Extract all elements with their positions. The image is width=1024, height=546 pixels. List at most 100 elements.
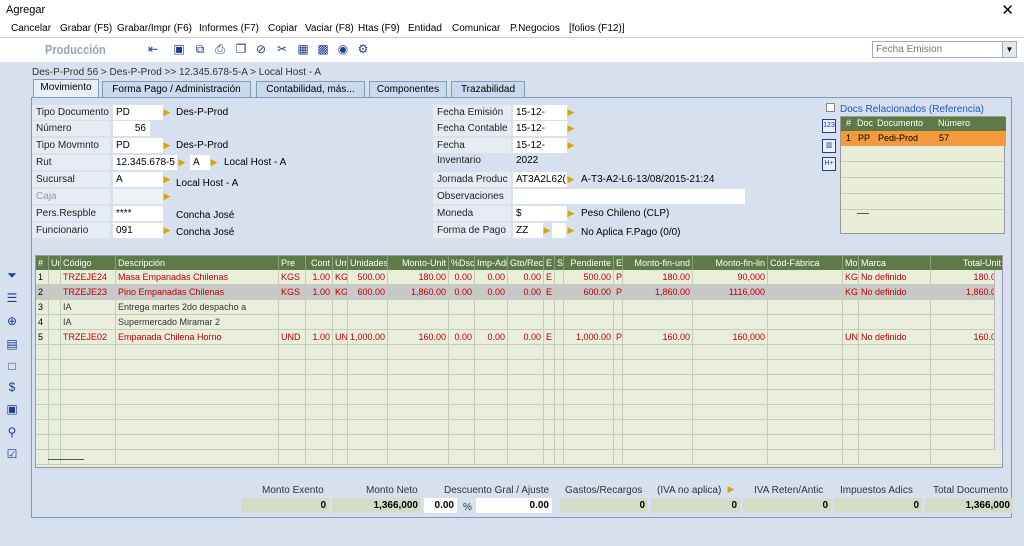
grid-cell-row-num[interactable]: 5: [36, 330, 49, 345]
menu-grabar[interactable]: Grabar (F5): [60, 23, 112, 34]
grid-cell-descripcion[interactable]: [116, 375, 279, 390]
grid-cell-codigo[interactable]: TRZEJE23: [61, 285, 116, 300]
grid-cell-un[interactable]: [49, 300, 61, 315]
grid-cell-e[interactable]: E: [544, 330, 555, 345]
grid-cell-monto-fin-und[interactable]: 180.00: [623, 270, 693, 285]
grid-cell-gto-rec[interactable]: [508, 300, 544, 315]
docs-related-header[interactable]: Docs Relacionados (Referencia): [826, 103, 984, 115]
grid-cell-pre[interactable]: UND: [279, 330, 306, 345]
fecha-contable-field[interactable]: 15-12-2022: [513, 121, 567, 149]
grid-cell-e[interactable]: [544, 450, 555, 465]
grid-cell-cod-fabrica[interactable]: [768, 300, 843, 315]
qr-icon[interactable]: ▩: [316, 42, 330, 56]
arrow-right-icon[interactable]: ▶: [567, 206, 575, 221]
grid-cell-row-num[interactable]: [36, 390, 49, 405]
jornada-field[interactable]: AT3A2L62(: [513, 172, 567, 187]
grid-cell-monto-unit[interactable]: 1,860.00: [388, 285, 449, 300]
grid-cell-s[interactable]: [555, 435, 564, 450]
grid-cell-gto-rec[interactable]: [508, 390, 544, 405]
grid-col-row-num[interactable]: #: [36, 256, 49, 270]
grid-cell-cod-fabrica[interactable]: [768, 315, 843, 330]
rut-field[interactable]: 12.345.678-5: [113, 155, 177, 170]
grid-cell-e2[interactable]: [614, 345, 623, 360]
grid-cell-unidades[interactable]: 500.00: [348, 270, 388, 285]
grid-cell-monto-unit[interactable]: [388, 375, 449, 390]
grid-col-marca[interactable]: Marca: [859, 256, 931, 270]
grid-cell-monto-fin-lin[interactable]: [693, 390, 768, 405]
grid-cell-um[interactable]: [333, 405, 348, 420]
grid-cell-pre[interactable]: [279, 375, 306, 390]
grid-cell-mov[interactable]: [843, 420, 859, 435]
grid-col-monto-fin-und[interactable]: Monto-fin-und: [623, 256, 693, 270]
grid-cell-pendiente[interactable]: 1,000.00: [564, 330, 614, 345]
grid-cell-monto-unit[interactable]: [388, 315, 449, 330]
grid-cell-monto-fin-und[interactable]: [623, 450, 693, 465]
arrow-right-icon[interactable]: ▶: [163, 105, 171, 120]
date-type-select[interactable]: Fecha Emision ▼: [872, 41, 1017, 58]
arrow-right-icon[interactable]: ▶: [567, 138, 575, 153]
grid-cell-monto-fin-und[interactable]: 160.00: [623, 330, 693, 345]
grid-cell-cont[interactable]: 1.00: [306, 270, 333, 285]
grid-cell-pct-dsc[interactable]: [449, 315, 475, 330]
menu-vaciar[interactable]: Vaciar (F8): [305, 23, 354, 34]
grid-cell-marca[interactable]: [859, 405, 931, 420]
grid-col-unidades[interactable]: Unidades: [348, 256, 388, 270]
forma-pago-extra-field[interactable]: [552, 223, 566, 238]
grid-cell-un[interactable]: [49, 450, 61, 465]
grid-cell-gto-rec[interactable]: [508, 450, 544, 465]
grid-cell-monto-unit[interactable]: [388, 360, 449, 375]
grid-cell-um[interactable]: [333, 420, 348, 435]
arrow-right-icon[interactable]: ▶: [163, 138, 171, 153]
table-row[interactable]: 1 TRZEJE24 Masa Empanadas Chilenas KGS 1.00 K…: [36, 270, 1002, 285]
tab-forma-pago[interactable]: Forma Pago / Administración: [102, 81, 251, 98]
grid-cell-marca[interactable]: [859, 390, 931, 405]
grid-cell-row-num[interactable]: 3: [36, 300, 49, 315]
window-icon[interactable]: □: [5, 359, 19, 373]
grid-cell-descripcion[interactable]: Empanada Chilena Horno: [116, 330, 279, 345]
grid-cell-monto-fin-lin[interactable]: [693, 405, 768, 420]
grid-cell-imp-adic[interactable]: [475, 405, 508, 420]
grid-cell-un[interactable]: [49, 285, 61, 300]
tipo-mov-field[interactable]: PD: [113, 138, 163, 153]
grid-cell-unidades[interactable]: [348, 315, 388, 330]
grid-cell-total-unit[interactable]: [931, 390, 1002, 405]
grid-cell-gto-rec[interactable]: 0.00: [508, 270, 544, 285]
arrow-right-icon[interactable]: ▶: [567, 172, 575, 187]
grid-cell-codigo[interactable]: IA: [61, 300, 116, 315]
grid-cell-gto-rec[interactable]: [508, 345, 544, 360]
forma-pago-field[interactable]: ZZ: [513, 223, 543, 238]
grid-cell-s[interactable]: [555, 315, 564, 330]
settings-icon[interactable]: ⚙: [356, 42, 370, 56]
table-row[interactable]: [36, 375, 1002, 390]
grid-cell-total-unit[interactable]: [931, 300, 1002, 315]
grid-cell-pendiente[interactable]: 500.00: [564, 270, 614, 285]
grid-cell-pct-dsc[interactable]: [449, 345, 475, 360]
grid-cell-unidades[interactable]: [348, 360, 388, 375]
table-row[interactable]: 4 IA Supermercado Miramar 2: [36, 315, 1002, 330]
grid-cell-monto-fin-und[interactable]: 1,860.00: [623, 285, 693, 300]
grid-cell-cod-fabrica[interactable]: [768, 375, 843, 390]
table-row[interactable]: [36, 435, 1002, 450]
grid-cell-monto-fin-und[interactable]: [623, 360, 693, 375]
grid-cell-pendiente[interactable]: [564, 375, 614, 390]
grid-cell-mov[interactable]: KGS: [843, 285, 859, 300]
grid-cell-gto-rec[interactable]: [508, 360, 544, 375]
grid-cell-gto-rec[interactable]: [508, 420, 544, 435]
grid-cell-un[interactable]: [49, 375, 61, 390]
grid-cell-mov[interactable]: [843, 390, 859, 405]
grid-cell-cod-fabrica[interactable]: [768, 285, 843, 300]
arrow-right-icon[interactable]: ▶: [567, 105, 575, 120]
grid-cell-pendiente[interactable]: [564, 435, 614, 450]
grid-cell-cod-fabrica[interactable]: [768, 405, 843, 420]
doc-money-icon[interactable]: ▣: [5, 402, 19, 416]
table-row[interactable]: [36, 390, 1002, 405]
grid-col-cod-fabrica[interactable]: Cód-Fábrica: [768, 256, 843, 270]
grid-cell-total-unit[interactable]: [931, 345, 1002, 360]
grid-cell-descripcion[interactable]: [116, 390, 279, 405]
grid-cell-pct-dsc[interactable]: [449, 435, 475, 450]
grid-cell-e[interactable]: E: [544, 270, 555, 285]
grid-cell-pendiente[interactable]: [564, 450, 614, 465]
sucursal-field[interactable]: A: [113, 172, 163, 187]
currency-icon[interactable]: $: [5, 380, 19, 394]
grid-cell-descripcion[interactable]: [116, 435, 279, 450]
